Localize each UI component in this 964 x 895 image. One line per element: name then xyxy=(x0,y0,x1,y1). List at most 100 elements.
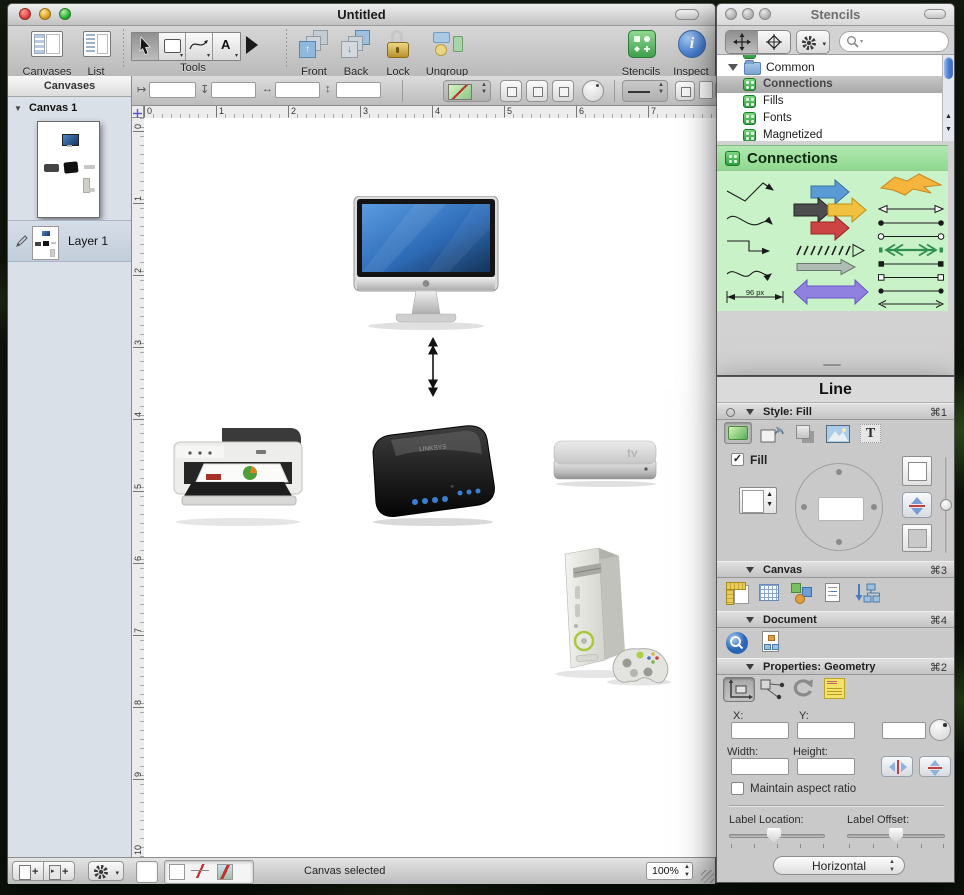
connector-arrow-object[interactable] xyxy=(425,337,441,397)
fill-color-well[interactable]: ▲▼ xyxy=(739,487,777,514)
lock-button[interactable]: Lock xyxy=(380,29,416,73)
stroke-preset-button-1[interactable] xyxy=(500,80,522,102)
fill-gradient-stepper[interactable] xyxy=(902,492,932,518)
shape-tool[interactable]: ▾ xyxy=(159,33,186,60)
main-title-bar[interactable]: Untitled xyxy=(8,4,715,26)
new-layer-button[interactable]: ▸ + xyxy=(43,861,75,881)
width-field[interactable] xyxy=(275,82,320,98)
document-section-header[interactable]: Document ⌘4 xyxy=(717,611,954,628)
fill-blend-slider[interactable] xyxy=(943,457,949,553)
geometry-tab[interactable] xyxy=(723,677,755,702)
disclosure-triangle-icon[interactable] xyxy=(746,664,754,670)
new-canvas-button[interactable]: + xyxy=(12,861,44,881)
canvas-diagram-tab[interactable] xyxy=(853,581,881,605)
rotation-dial[interactable] xyxy=(929,719,951,741)
y-field[interactable] xyxy=(797,722,855,739)
printer-object[interactable] xyxy=(164,416,314,530)
tab-fill[interactable] xyxy=(724,422,752,444)
stencil-item-fonts[interactable]: Fonts xyxy=(717,110,942,127)
stencil-item-connections[interactable]: Connections xyxy=(717,76,942,93)
fill-secondary-button[interactable] xyxy=(902,524,932,552)
resize-grip[interactable] xyxy=(701,870,714,883)
imac-object[interactable] xyxy=(353,196,500,332)
disclosure-triangle-icon[interactable]: ▼ xyxy=(14,104,22,113)
line-endpoint-button[interactable] xyxy=(675,81,695,101)
document-data-tab[interactable] xyxy=(759,630,787,654)
disclosure-triangle-icon[interactable] xyxy=(746,617,754,623)
inspect-button[interactable]: i Inspect xyxy=(670,29,712,73)
tab-text[interactable]: T xyxy=(857,422,885,446)
fill-style-chip[interactable] xyxy=(169,864,185,880)
stencil-search-field[interactable]: ▾ xyxy=(839,31,949,52)
document-magnify-tab[interactable] xyxy=(725,631,753,655)
canvas-color-swatch[interactable] xyxy=(136,861,158,883)
fill-direction-dial[interactable] xyxy=(795,463,883,551)
stencil-item-fills[interactable]: Fills xyxy=(717,93,942,110)
scroll-up-arrow[interactable]: ▲ xyxy=(945,113,952,120)
image-style-chip[interactable] xyxy=(217,864,233,880)
connections-tab[interactable] xyxy=(759,678,787,702)
stencil-list-scrollbar[interactable]: ▲ ▼ xyxy=(942,55,954,141)
canvas-thumbnail[interactable] xyxy=(37,121,100,218)
stencil-move-mode[interactable] xyxy=(726,31,758,53)
canvas-alignment-tab[interactable] xyxy=(789,581,817,605)
toolbar-toggle-pill[interactable] xyxy=(924,9,946,19)
stencils-title-bar[interactable]: Stencils xyxy=(717,4,954,26)
tab-shadow[interactable] xyxy=(791,422,819,446)
disclosure-triangle-icon[interactable] xyxy=(728,64,738,71)
label-location-thumb[interactable] xyxy=(767,828,781,843)
stroke-preset-button-3[interactable] xyxy=(552,80,574,102)
tab-image[interactable] xyxy=(824,422,852,446)
favorite-circle-icon[interactable] xyxy=(726,408,735,417)
list-button[interactable]: List xyxy=(76,29,116,73)
canvas-section-header[interactable]: Canvas ⌘3 xyxy=(717,561,954,578)
canvas-item-row[interactable]: ▼ Canvas 1 xyxy=(14,102,129,118)
ungroup-button[interactable]: Ungroup xyxy=(422,29,472,73)
flip-vertical-button[interactable] xyxy=(919,756,951,777)
stencil-folder-row[interactable]: Common xyxy=(717,59,942,76)
geometry-section-header[interactable]: Properties: Geometry ⌘2 xyxy=(717,658,954,675)
orientation-dropdown[interactable]: Horizontal ▲▼ xyxy=(773,856,905,875)
xbox-object[interactable] xyxy=(535,542,677,688)
width-field[interactable] xyxy=(731,758,789,775)
stencil-item-magnetized[interactable]: Magnetized xyxy=(717,127,942,141)
toolbar-toggle-pill[interactable] xyxy=(675,9,699,20)
apple-tv-object[interactable]: tv xyxy=(551,436,661,490)
rotate-tab[interactable] xyxy=(791,678,819,702)
connections-stencil-shapes[interactable]: 96 px xyxy=(717,171,948,311)
layer-thumbnail[interactable] xyxy=(32,226,59,260)
disclosure-triangle-icon[interactable] xyxy=(746,567,754,573)
scroll-down-arrow[interactable]: ▼ xyxy=(945,126,952,133)
slider-thumb[interactable] xyxy=(940,499,952,511)
arrow-tool[interactable] xyxy=(132,33,159,60)
x-field[interactable] xyxy=(731,722,789,739)
inspector-title[interactable]: Line xyxy=(717,377,954,403)
canvas-grid-tab[interactable] xyxy=(757,581,785,605)
note-tab[interactable] xyxy=(823,678,851,702)
stencil-magnet-mode[interactable] xyxy=(758,31,790,53)
palette-resize-dash[interactable] xyxy=(823,364,841,366)
line-tool[interactable]: ▾ xyxy=(186,33,213,60)
fill-solid-button[interactable] xyxy=(902,456,932,486)
stroke-preset-button-2[interactable] xyxy=(526,80,548,102)
fill-style-dropdown[interactable]: ▲▼ xyxy=(443,80,491,102)
drawing-canvas[interactable]: LINKSYS ≡ tv xyxy=(144,118,717,857)
stencil-action-menu[interactable]: ▾ xyxy=(796,30,830,54)
layer-row[interactable]: Layer 1 xyxy=(8,220,131,262)
canvas-outline-tab[interactable] xyxy=(821,581,849,605)
more-tools-button[interactable] xyxy=(246,36,260,56)
height-field[interactable] xyxy=(797,758,855,775)
style-section-header[interactable]: Style: Fill ⌘1 xyxy=(717,403,954,420)
text-tool[interactable]: A ▾ xyxy=(213,33,240,60)
line-style-dropdown[interactable]: ▲▼ xyxy=(622,80,668,102)
y-position-field[interactable] xyxy=(211,82,256,98)
rotation-field[interactable] xyxy=(882,722,926,739)
scrollbar-thumb[interactable] xyxy=(944,57,953,79)
canvas-action-menu[interactable]: ▾ xyxy=(88,861,124,881)
zoom-control[interactable]: 100% ▲▼ xyxy=(646,862,693,880)
router-object[interactable]: LINKSYS ≡ xyxy=(353,414,505,530)
height-field[interactable] xyxy=(336,82,381,98)
canvas-size-tab[interactable] xyxy=(725,581,753,605)
maintain-aspect-checkbox[interactable] xyxy=(731,782,744,795)
rotation-knob[interactable] xyxy=(582,80,604,102)
